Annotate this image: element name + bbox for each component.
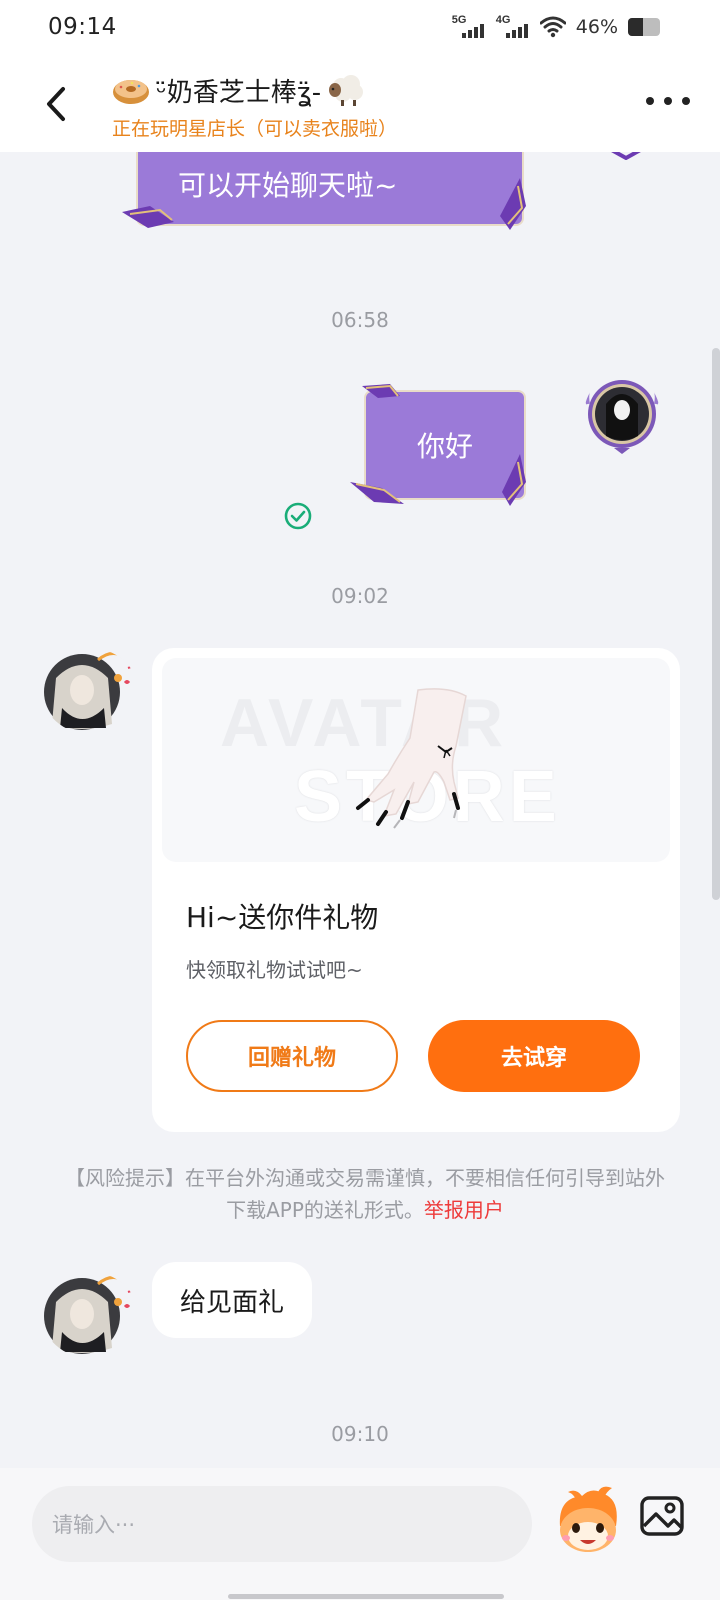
wifi-icon — [539, 16, 566, 38]
bubble-frame-ornament — [122, 206, 174, 228]
avatar-frame-ornament — [611, 152, 641, 160]
gift-image[interactable]: AVATAR STORE — [162, 658, 670, 862]
contact-name: ᵕ̈奶香芝士棒ʓ̈- — [156, 77, 322, 108]
message-text: 你好 — [416, 430, 473, 463]
home-indicator[interactable] — [228, 1594, 504, 1599]
gift-title: Hi~送你件礼物 — [186, 901, 379, 934]
message-bubble-top[interactable]: 可以开始聊天啦~ — [136, 152, 524, 226]
scrollbar[interactable] — [712, 348, 720, 900]
gift-card[interactable]: AVATAR STORE Hi~送你件礼物 快领取礼物试试吧~ 回赠礼物 去试穿 — [152, 648, 680, 1132]
status-time: 09:14 — [48, 14, 117, 40]
message-input[interactable]: 请输入··· — [32, 1486, 532, 1562]
gift-glove-image — [356, 688, 467, 829]
status-bar: 09:14 5G 4G 46% — [0, 0, 720, 56]
chevron-left-icon — [47, 87, 65, 121]
report-user-link[interactable]: 举报用户 — [424, 1198, 504, 1222]
message-text: 可以开始聊天啦~ — [178, 169, 398, 202]
bubble-frame-ornament — [502, 454, 526, 506]
input-bar: 请输入··· — [0, 1468, 720, 1600]
bubble-frame-ornament — [350, 482, 404, 504]
battery-icon — [628, 18, 660, 36]
risk-notice-text: 【风险提示】在平台外沟通或交易需谨慎，不要相信任何引导到站外下载APP的送礼形式… — [65, 1166, 665, 1222]
risk-notice: 【风险提示】在平台外沟通或交易需谨慎，不要相信任何引导到站外下载APP的送礼形式… — [60, 1162, 670, 1226]
return-gift-button[interactable]: 回赠礼物 — [186, 1020, 398, 1092]
more-button[interactable] — [646, 86, 690, 116]
try-on-button[interactable]: 去试穿 — [428, 1020, 640, 1092]
back-button[interactable] — [36, 82, 76, 126]
contact-avatar[interactable] — [42, 1272, 138, 1358]
timestamp: 06:58 — [331, 308, 389, 332]
message-bubble-received[interactable]: 给见面礼 — [152, 1262, 313, 1338]
mascot-emoji-icon[interactable] — [552, 1486, 622, 1558]
signal-4g-icon: 4G — [496, 14, 530, 40]
chat-header: ᵕ̈奶香芝士棒ʓ̈- 正在玩明星店长（可以卖衣服啦） — [0, 56, 720, 152]
more-dots-icon — [646, 97, 654, 105]
check-circle-icon — [284, 502, 312, 530]
contact-avatar[interactable] — [42, 648, 138, 734]
gift-description: 快领取礼物试试吧~ — [186, 958, 363, 982]
donut-emoji — [113, 80, 149, 104]
image-icon[interactable] — [638, 1492, 686, 1540]
timestamp: 09:02 — [331, 584, 389, 608]
bubble-frame-ornament — [362, 384, 400, 398]
contact-name-row[interactable]: ᵕ̈奶香芝士棒ʓ̈- — [112, 70, 367, 110]
bubble-frame-ornament — [500, 178, 526, 230]
message-text: 给见面礼 — [180, 1287, 285, 1318]
own-avatar[interactable] — [584, 374, 660, 454]
battery-percent: 46% — [575, 16, 618, 38]
status-icons: 5G 4G 46% — [452, 12, 660, 42]
timestamp: 09:10 — [331, 1422, 389, 1446]
chat-area[interactable]: 可以开始聊天啦~ 06:58 你好 09:02 AVATAR STORE Hi~… — [0, 152, 720, 1468]
contact-status: 正在玩明星店长（可以卖衣服啦） — [112, 118, 398, 140]
sheep-emoji — [329, 75, 364, 106]
signal-5g-icon: 5G — [452, 14, 486, 40]
